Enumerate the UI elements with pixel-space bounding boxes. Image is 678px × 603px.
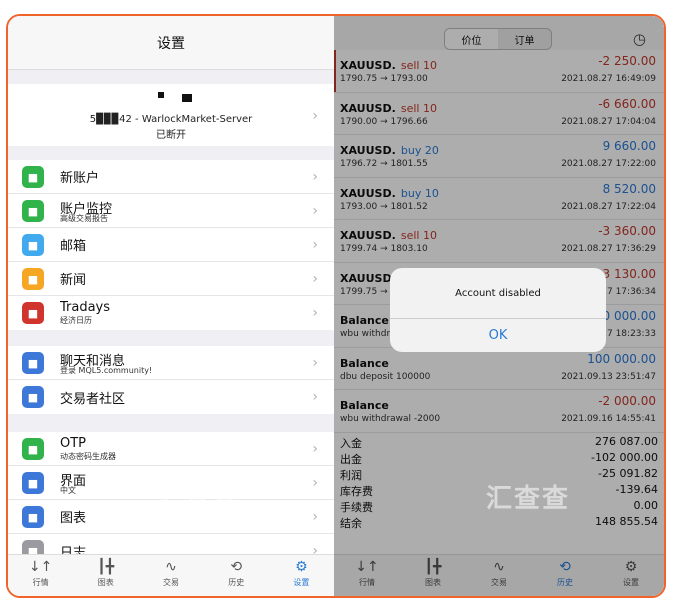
settings-row[interactable]: ■ Tradays 经济日历 › [8, 296, 334, 330]
watermark: 汇查查 [156, 484, 241, 514]
settings-row-sublabel: 高级交易报告 [60, 214, 108, 223]
settings-row-label: 新账户 [60, 171, 100, 186]
settings-row-sublabel: 登录 MQL5.community! [60, 366, 153, 375]
mql5-icon: ■ [22, 386, 44, 408]
settings-row[interactable]: ■ 新闻 › [8, 262, 334, 296]
tab-0[interactable]: ↓↑ 行情 [8, 555, 73, 596]
tab-icon: ⟲ [230, 559, 243, 575]
mail-icon: ■ [22, 234, 44, 256]
tab-3[interactable]: ⟲ 历史 [204, 555, 269, 596]
tab-icon: ∿ [165, 559, 177, 575]
chevron-right-icon: › [312, 169, 318, 185]
settings-group-accounts: ■ 新账户 › ■ 账户监控 高级交易报告 › ■ 邮箱 › ■ 新闻 › ■ Tradays 经济日历 › [8, 160, 334, 330]
chart-icon: ■ [22, 506, 44, 528]
settings-row-label: 邮箱 [60, 239, 87, 254]
tab-icon: ⚙ [295, 559, 308, 575]
settings-row-label: 图表 [60, 511, 87, 526]
news-icon: ■ [22, 268, 44, 290]
settings-row-sublabel: 动态密码生成器 [60, 452, 116, 461]
chevron-right-icon: › [312, 475, 318, 491]
tab-label: 设置 [293, 578, 310, 587]
tab-1[interactable]: ┃╋ 图表 [73, 555, 138, 596]
settings-title: 设置 [8, 16, 334, 70]
settings-row-sublabel: 中文 [60, 486, 76, 495]
alert-message: Account disabled [455, 288, 541, 299]
settings-row[interactable]: ■ 账户监控 高级交易报告 › [8, 194, 334, 228]
app-frame: 设置 5▉▉▉42 - WarlockMarket-Server 已断开 › ■… [6, 14, 666, 598]
settings-row[interactable]: ■ 聊天和消息 登录 MQL5.community! › [8, 346, 334, 380]
chevron-right-icon: › [312, 355, 318, 371]
redaction-mark [182, 94, 192, 102]
tab-2[interactable]: ∿ 交易 [138, 555, 203, 596]
tradays-icon: ■ [22, 302, 44, 324]
redaction-mark [158, 92, 164, 98]
account-row[interactable]: 5▉▉▉42 - WarlockMarket-Server 已断开 › [8, 84, 334, 146]
chat-icon: ■ [22, 352, 44, 374]
tab-label: 行情 [32, 578, 49, 587]
settings-row-label: OTP [60, 436, 87, 451]
settings-row[interactable]: ■ 邮箱 › [8, 228, 334, 262]
settings-row[interactable]: ■ 新账户 › [8, 160, 334, 194]
tab-icon: ┃╋ [97, 559, 115, 575]
tab-label: 图表 [97, 578, 114, 587]
account-status: 已断开 [156, 130, 186, 141]
otp-icon: ■ [22, 438, 44, 460]
tab-label: 交易 [163, 578, 179, 587]
chevron-right-icon: › [312, 108, 318, 124]
chevron-right-icon: › [312, 305, 318, 321]
chevron-right-icon: › [312, 271, 318, 287]
chevron-right-icon: › [312, 509, 318, 525]
settings-row-sublabel: 经济日历 [60, 316, 92, 325]
settings-row[interactable]: ■ 交易者社区 › [8, 380, 334, 414]
settings-group-community: ■ 聊天和消息 登录 MQL5.community! › ■ 交易者社区 › [8, 346, 334, 414]
chevron-right-icon: › [312, 237, 318, 253]
new-account-icon: ■ [22, 166, 44, 188]
ok-button[interactable]: OK [390, 318, 606, 352]
monitoring-icon: ■ [22, 200, 44, 222]
chevron-right-icon: › [312, 203, 318, 219]
tab-4[interactable]: ⚙ 设置 [269, 555, 334, 596]
chevron-right-icon: › [312, 441, 318, 457]
watermark: 汇查查 [486, 484, 571, 514]
tab-label: 历史 [228, 578, 245, 587]
tab-bar: ↓↑ 行情 ┃╋ 图表 ∿ 交易 ⟲ 历史 ⚙ 设置 [8, 554, 334, 596]
tab-icon: ↓↑ [28, 559, 53, 575]
settings-row-label: 新闻 [60, 273, 87, 288]
alert-dialog: Account disabled OK [390, 268, 606, 352]
account-server: 5▉▉▉42 - WarlockMarket-Server [89, 114, 253, 125]
language-icon: ■ [22, 472, 44, 494]
chevron-right-icon: › [312, 389, 318, 405]
settings-row-label: 交易者社区 [60, 391, 126, 407]
settings-row[interactable]: ■ OTP 动态密码生成器 › [8, 432, 334, 466]
settings-row-label: Tradays [60, 300, 111, 315]
